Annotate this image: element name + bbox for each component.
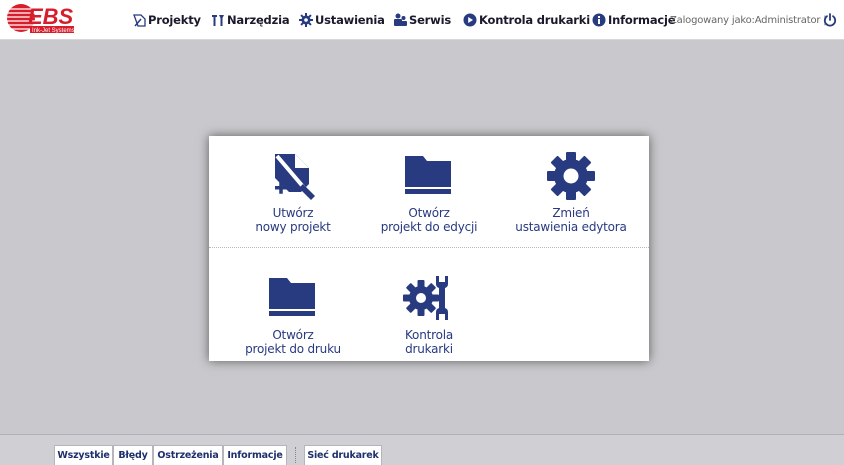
tab-bledy[interactable]: Błędy <box>113 445 153 465</box>
gear-icon <box>299 13 313 27</box>
nav-ustawienia-label: Ustawienia <box>315 13 385 27</box>
tab-separator <box>295 447 296 463</box>
open-project-edit-label: Otwórz projekt do edycji <box>380 206 478 234</box>
open-project-edit-tile[interactable]: Otwórz projekt do edycji <box>359 150 499 250</box>
tab-siec-drukarek[interactable]: Sieć drukarek <box>304 445 382 465</box>
nav-narzedzia-label: Narzędzia <box>227 13 290 27</box>
nav-informacje-label: Informacje <box>608 13 676 27</box>
nav-narzedzia[interactable]: Narzędzia <box>211 0 290 40</box>
gear-wrench-icon <box>403 276 448 320</box>
info-icon <box>592 13 606 27</box>
nav-serwis[interactable]: Serwis <box>393 0 451 40</box>
nav-kontrola-label: Kontrola drukarki <box>479 13 590 27</box>
new-project-icon <box>275 154 315 200</box>
nav-projekty-label: Projekty <box>148 13 201 27</box>
open-project-print-tile[interactable]: Otwórz projekt do druku <box>223 272 363 372</box>
logout-power-icon[interactable] <box>822 12 838 28</box>
nav-projekty[interactable]: Projekty <box>133 0 201 40</box>
project-pen-icon <box>133 13 146 27</box>
start-dialog: Utwórz nowy projekt Otwórz projekt do ed… <box>209 136 649 361</box>
nav-ustawienia[interactable]: Ustawienia <box>299 0 385 40</box>
play-circle-icon <box>463 13 477 27</box>
tab-informacje[interactable]: Informacje <box>223 445 287 465</box>
logo-subtext: Ink-Jet Systems <box>32 28 75 34</box>
folder-icon <box>405 156 451 194</box>
folder-icon <box>269 278 315 316</box>
printer-control-label: Kontrola drukarki <box>404 328 454 356</box>
new-project-label: Utwórz nowy projekt <box>255 206 331 234</box>
nav-informacje[interactable]: Informacje <box>592 0 676 40</box>
tile-divider <box>209 247 649 248</box>
nav-serwis-label: Serwis <box>409 13 451 27</box>
nav-kontrola-drukarki[interactable]: Kontrola drukarki <box>463 0 590 40</box>
editor-settings-tile[interactable]: Zmień ustawienia edytora <box>501 150 641 250</box>
tools-icon <box>212 14 224 26</box>
new-project-tile[interactable]: Utwórz nowy projekt <box>223 150 363 250</box>
top-header: EBS Ink-Jet Systems Projekty Narzędzia U… <box>0 0 844 40</box>
logo-text: EBS <box>28 4 74 29</box>
tab-wszystkie[interactable]: Wszystkie <box>54 445 113 465</box>
printer-control-tile[interactable]: Kontrola drukarki <box>359 272 499 372</box>
login-status: Zalogowany jako:Administrator | <box>670 14 827 26</box>
open-project-print-label: Otwórz projekt do druku <box>245 328 341 356</box>
service-users-icon <box>394 13 407 26</box>
editor-settings-label: Zmień ustawienia edytora <box>515 206 627 234</box>
gear-icon <box>547 152 595 200</box>
ebs-logo: EBS Ink-Jet Systems <box>6 3 111 35</box>
tab-ostrzezenia[interactable]: Ostrzeżenia <box>153 445 223 465</box>
